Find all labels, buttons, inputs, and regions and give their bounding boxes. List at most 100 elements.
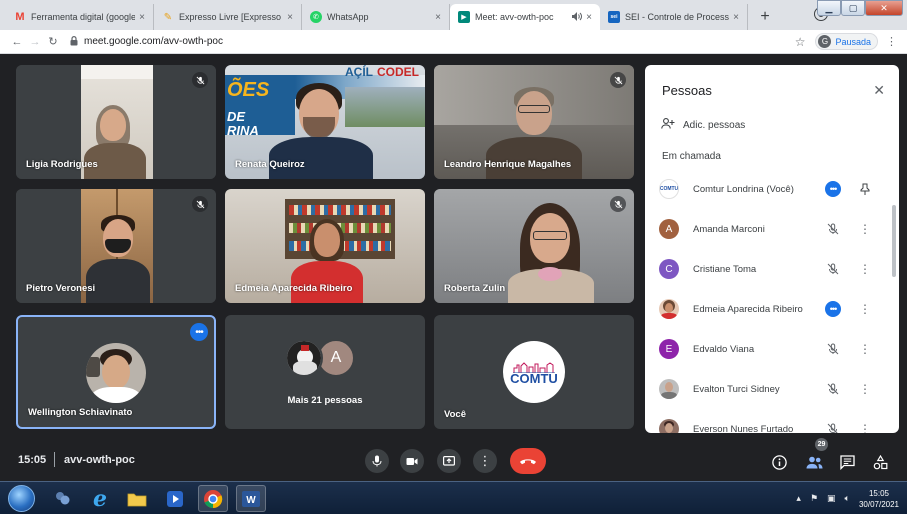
- browser-tab-strip: M Ferramenta digital (google × ✎ Express…: [0, 0, 907, 30]
- more-options-icon[interactable]: ⋮: [858, 380, 872, 398]
- forward-icon[interactable]: →: [26, 36, 44, 48]
- list-item[interactable]: A Amanda Marconi ⋮: [645, 209, 899, 249]
- audio-playing-icon[interactable]: [572, 11, 583, 23]
- back-icon[interactable]: ←: [8, 36, 26, 48]
- camera-button[interactable]: [400, 449, 424, 473]
- flag-icon[interactable]: ⚑: [810, 493, 818, 504]
- gmail-icon: M: [15, 11, 25, 23]
- list-item[interactable]: Edmeia Aparecida Ribeiro ••• ⋮: [645, 289, 899, 329]
- whatsapp-icon: ✆: [310, 11, 322, 23]
- file-explorer-icon[interactable]: [122, 485, 152, 512]
- list-item[interactable]: E Edvaldo Viana ⋮: [645, 329, 899, 369]
- network-icon[interactable]: ▣: [827, 493, 836, 504]
- window-controls: ▁ ▢ ✕: [817, 0, 903, 16]
- info-icon[interactable]: [770, 453, 788, 471]
- more-options-icon[interactable]: ⋮: [858, 260, 872, 278]
- app-chat-icon[interactable]: [48, 485, 78, 512]
- meeting-code: avv-owth-poc: [64, 454, 135, 466]
- meeting-time: 15:05: [18, 454, 47, 466]
- speaking-indicator: •••: [824, 180, 842, 198]
- speaking-indicator: •••: [824, 300, 842, 318]
- participant-tile[interactable]: Roberta Zulin: [434, 189, 634, 303]
- more-vert-icon: ⋮: [478, 453, 492, 468]
- minimize-button[interactable]: ▁: [817, 0, 841, 16]
- close-window-button[interactable]: ✕: [865, 0, 903, 16]
- system-clock[interactable]: 15:05 30/07/2021: [859, 488, 899, 510]
- chat-icon[interactable]: [838, 453, 856, 471]
- meet-icon: ▶: [458, 11, 470, 23]
- chrome-taskbar-icon[interactable]: [198, 485, 228, 512]
- close-tab-icon[interactable]: ×: [733, 12, 739, 23]
- leave-call-button[interactable]: [510, 448, 546, 474]
- microphone-button[interactable]: [365, 449, 389, 473]
- activities-icon[interactable]: [871, 453, 889, 471]
- participant-avatar: [285, 339, 323, 377]
- tab-meet[interactable]: ▶ Meet: avv-owth-poc ×: [450, 4, 600, 30]
- banner-text: CODEL: [377, 65, 419, 79]
- self-tile[interactable]: COMTU Você: [434, 315, 634, 429]
- participant-tile-speaking[interactable]: ••• Wellington Schiavinato: [16, 315, 216, 429]
- participant-name: Amanda Marconi: [693, 223, 765, 235]
- participant-tile[interactable]: Edmeia Aparecida Ribeiro: [225, 189, 425, 303]
- present-screen-button[interactable]: [437, 449, 461, 473]
- people-icon[interactable]: [805, 453, 823, 471]
- more-participants-tile[interactable]: A Mais 21 pessoas: [225, 315, 425, 429]
- tab-ferramenta-digital[interactable]: M Ferramenta digital (google ×: [6, 4, 154, 30]
- more-options-icon[interactable]: ⋮: [858, 340, 872, 358]
- add-person-icon: [661, 118, 675, 132]
- participant-list: COMTU Comtur Londrina (Você) ••• A Amand…: [645, 169, 899, 433]
- participant-tile[interactable]: ÕES DE RINA AÇÍL CODEL Renata Queiroz: [225, 65, 425, 179]
- participant-tile[interactable]: Ligia Rodrigues: [16, 65, 216, 179]
- tab-expresso-livre[interactable]: ✎ Expresso Livre [Expresso M ×: [154, 4, 302, 30]
- windows-start-button[interactable]: [8, 485, 35, 512]
- list-item[interactable]: C Cristiane Toma ⋮: [645, 249, 899, 289]
- participant-name: Leandro Henrique Magalhes: [444, 159, 572, 170]
- profile-button[interactable]: G Pausada: [815, 33, 878, 50]
- profile-avatar: G: [818, 35, 832, 48]
- internet-explorer-icon[interactable]: e: [85, 485, 115, 512]
- more-options-icon[interactable]: •••: [190, 323, 208, 341]
- more-options-button[interactable]: ⋮: [473, 449, 497, 473]
- toolbar-right: ☆ G Pausada ⋮: [795, 33, 897, 50]
- maximize-button[interactable]: ▢: [841, 0, 865, 16]
- list-item[interactable]: Evalton Turci Sidney ⋮: [645, 369, 899, 409]
- more-options-icon[interactable]: ⋮: [858, 300, 872, 318]
- participant-name: Everson Nunes Furtado: [693, 423, 794, 434]
- list-item[interactable]: Everson Nunes Furtado ⋮: [645, 409, 899, 433]
- address-bar[interactable]: meet.google.com/avv-owth-poc: [70, 35, 223, 48]
- close-tab-icon[interactable]: ×: [287, 12, 293, 23]
- participant-name: Evalton Turci Sidney: [693, 383, 780, 395]
- volume-icon[interactable]: 🔈︎: [845, 493, 850, 504]
- tab-whatsapp[interactable]: ✆ WhatsApp ×: [302, 4, 450, 30]
- close-tab-icon[interactable]: ×: [586, 12, 592, 23]
- participant-tile[interactable]: Leandro Henrique Magalhes: [434, 65, 634, 179]
- close-tab-icon[interactable]: ×: [435, 12, 441, 23]
- people-panel: Pessoas ✕ Adic. pessoas Em chamada COMTU…: [645, 65, 899, 433]
- tab-sei[interactable]: sei SEI - Controle de Processos ×: [600, 4, 748, 30]
- participant-avatar: COMTU: [659, 179, 679, 199]
- bookmark-star-icon[interactable]: ☆: [795, 35, 806, 49]
- comtu-logo: COMTU: [503, 341, 565, 403]
- new-tab-button[interactable]: +: [754, 6, 776, 28]
- participant-avatar: [659, 299, 679, 319]
- word-icon[interactable]: W: [236, 485, 266, 512]
- mic-off-icon: [192, 196, 208, 212]
- meeting-controls: 15:05 avv-owth-poc ⋮: [0, 445, 640, 481]
- mic-off-icon: [824, 420, 842, 433]
- tab-title: Meet: avv-owth-poc: [475, 12, 554, 22]
- add-people-button[interactable]: Adic. pessoas: [661, 118, 745, 132]
- participant-tile[interactable]: Pietro Veronesi: [16, 189, 216, 303]
- media-player-icon[interactable]: [160, 485, 190, 512]
- close-icon[interactable]: ✕: [873, 82, 885, 99]
- panel-scrollbar[interactable]: [892, 205, 896, 277]
- reload-icon[interactable]: ↻: [44, 35, 62, 48]
- system-tray: ▴ ⚑ ▣ 🔈︎ 15:05 30/07/2021: [796, 485, 899, 512]
- pin-icon[interactable]: [858, 180, 872, 198]
- close-tab-icon[interactable]: ×: [139, 12, 145, 23]
- list-item[interactable]: COMTU Comtur Londrina (Você) •••: [645, 169, 899, 209]
- participant-avatar: A: [659, 219, 679, 239]
- more-options-icon[interactable]: ⋮: [858, 220, 872, 238]
- tray-expand-icon[interactable]: ▴: [796, 493, 801, 504]
- more-options-icon[interactable]: ⋮: [858, 420, 872, 433]
- chrome-menu-icon[interactable]: ⋮: [886, 35, 897, 48]
